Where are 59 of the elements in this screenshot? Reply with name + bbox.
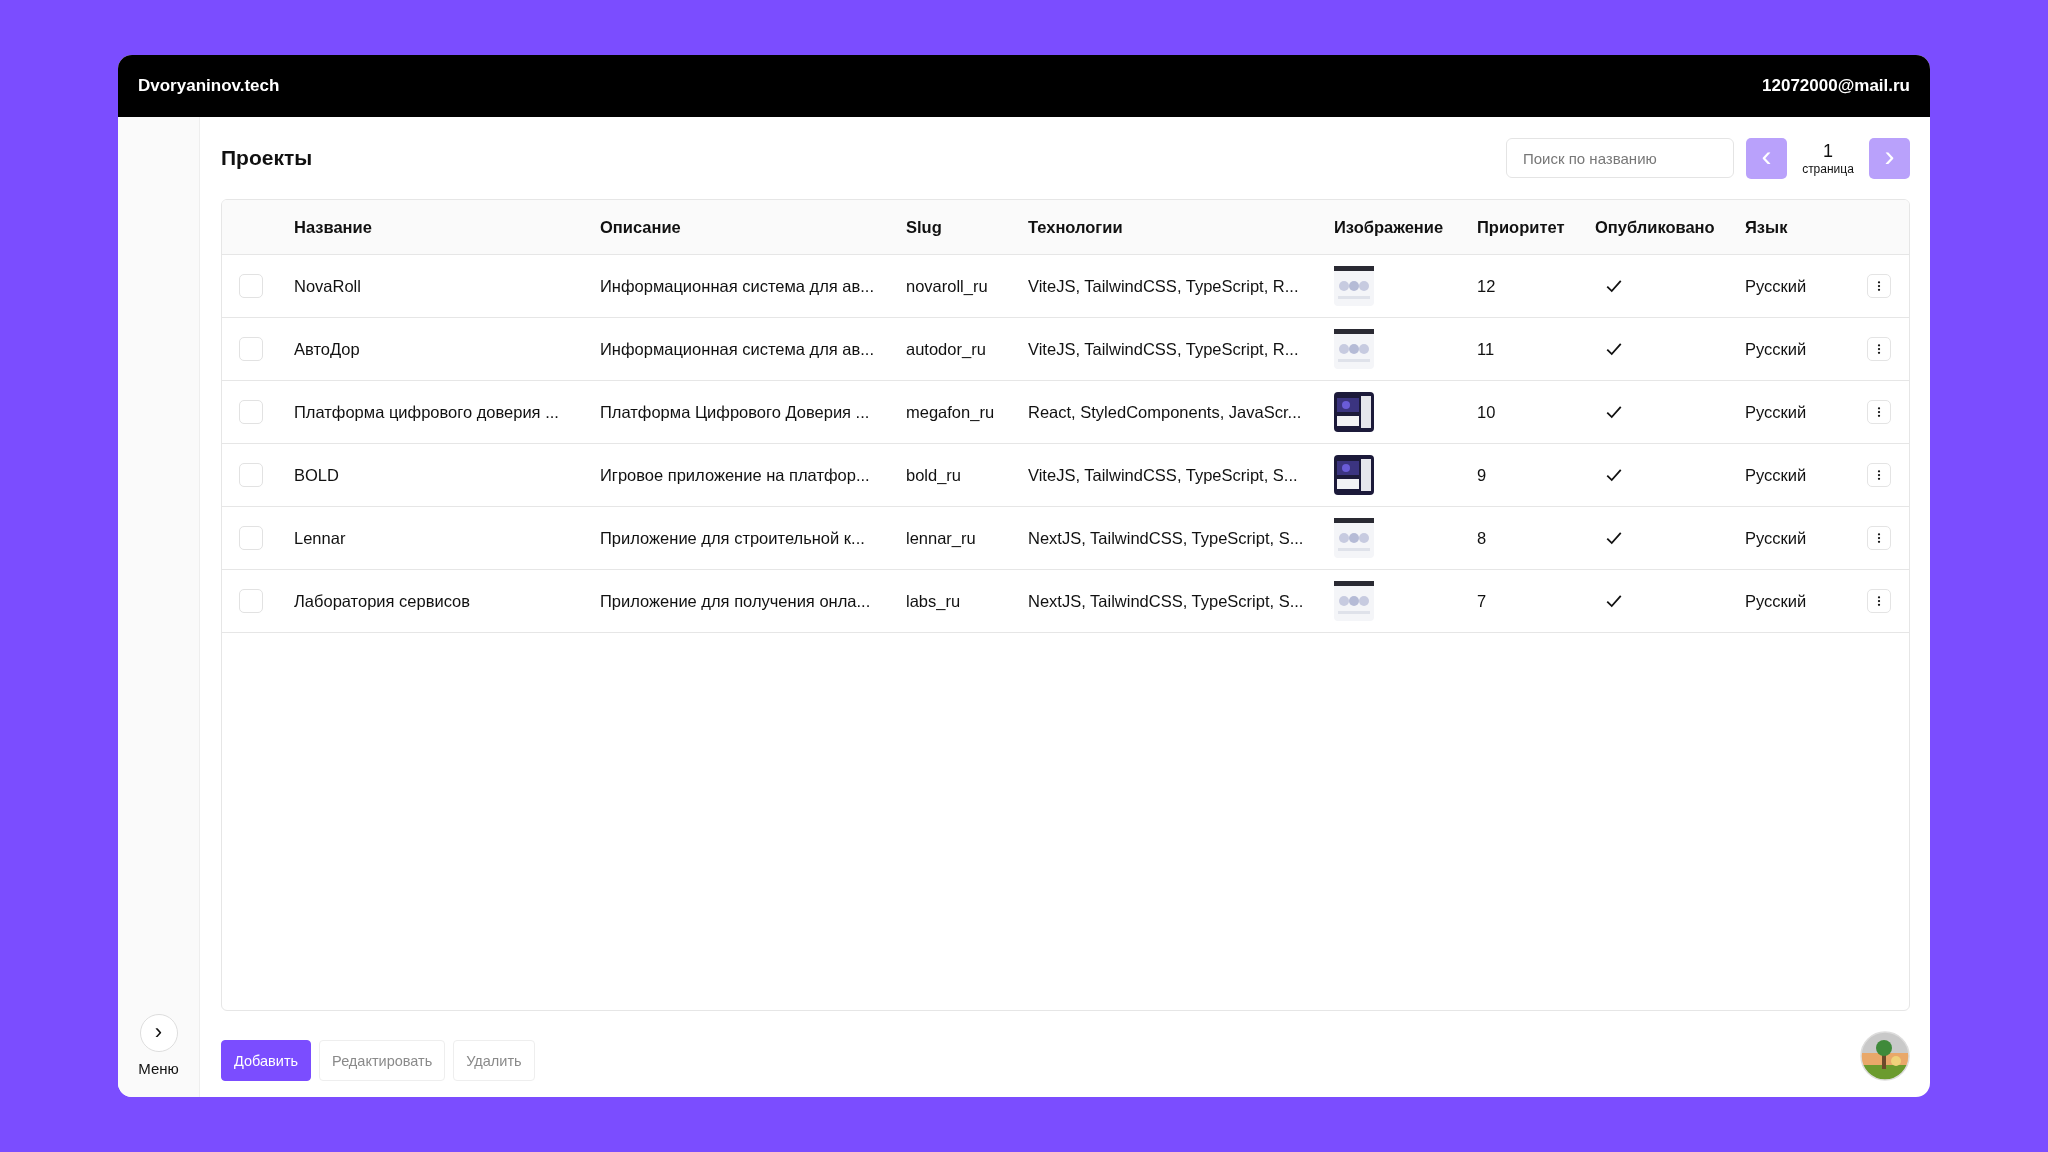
- table-cell-text: ViteJS, TailwindCSS, TypeScript, R...: [1028, 276, 1300, 296]
- table-cell-text: Русский: [1745, 591, 1808, 611]
- table-cell-text: BOLD: [294, 465, 340, 485]
- table-cell-text: 8: [1477, 528, 1488, 548]
- table-cell-text: Информационная система для ав...: [600, 276, 876, 296]
- table-cell-text: 10: [1477, 402, 1497, 422]
- column-header[interactable]: Технологии: [1028, 217, 1334, 237]
- column-header[interactable]: Название: [294, 217, 600, 237]
- table-row[interactable]: NovaRoll Информационная система для ав... novaroll_ru ViteJS, TailwindCSS, TypeScript, R... 12 Русский: [222, 255, 1909, 318]
- table-row[interactable]: BOLD Игровое приложение на платфор... bold_ru ViteJS, TailwindCSS, TypeScript, S... 9 Русский: [222, 444, 1909, 507]
- column-header[interactable]: Опубликовано: [1595, 217, 1745, 237]
- table-row[interactable]: Lennar Приложение для строительной к... lennar_ru NextJS, TailwindCSS, TypeScript, S... 8 Русский: [222, 507, 1909, 570]
- table-cell-text: ViteJS, TailwindCSS, TypeScript, S...: [1028, 465, 1299, 485]
- table-cell-text: АвтоДор: [294, 339, 361, 359]
- page-label: страница: [1802, 161, 1854, 176]
- table-cell-text: Платформа цифрового доверия ...: [294, 402, 560, 422]
- table-cell-text: labs_ru: [906, 591, 962, 611]
- table-cell-text: 11: [1477, 339, 1496, 359]
- table-cell-text: ViteJS, TailwindCSS, TypeScript, R...: [1028, 339, 1300, 359]
- table-cell-text: 12: [1477, 276, 1497, 296]
- table-cell-text: lennar_ru: [906, 528, 977, 548]
- table-row[interactable]: АвтоДор Информационная система для ав... autodor_ru ViteJS, TailwindCSS, TypeScript, R... 11 Русский: [222, 318, 1909, 381]
- table-cell-text: Русский: [1745, 339, 1808, 359]
- table-cell-text: Русский: [1745, 402, 1808, 422]
- table-cell-text: NextJS, TailwindCSS, TypeScript, S...: [1028, 591, 1305, 611]
- table-cell-text: NextJS, TailwindCSS, TypeScript, S...: [1028, 528, 1305, 548]
- column-header[interactable]: Slug: [906, 217, 1028, 237]
- table-row[interactable]: Лаборатория сервисов Приложение для получения онла... labs_ru NextJS, TailwindCSS, TypeScript, S... 7 Русский: [222, 570, 1909, 633]
- column-header[interactable]: Язык: [1745, 217, 1855, 237]
- table-cell-text: Платформа Цифрового Доверия ...: [600, 402, 871, 422]
- table-cell-text: React, StyledComponents, JavaScr...: [1028, 402, 1303, 422]
- page-title: Проекты: [221, 146, 313, 170]
- search-field[interactable]: Поиск по названию: [1506, 138, 1734, 178]
- table-cell-text: megafon_ru: [906, 402, 996, 422]
- table-cell-text: Lennar: [294, 528, 347, 548]
- table-cell-text: Русский: [1745, 528, 1808, 548]
- table-cell-text: Приложение для строительной к...: [600, 528, 866, 548]
- page-number: 1: [1823, 140, 1833, 162]
- column-header[interactable]: Описание: [600, 217, 906, 237]
- table-cell-text: 9: [1477, 465, 1488, 485]
- table-cell-text: NovaRoll: [294, 276, 362, 296]
- table-cell-text: Русский: [1745, 465, 1808, 485]
- menu-toggle-button[interactable]: ›: [139, 1014, 178, 1052]
- table-cell-text: Русский: [1745, 276, 1808, 296]
- action-button[interactable]: Добавить: [221, 1040, 312, 1081]
- user-email: 12072000@mail.ru: [1762, 76, 1910, 96]
- table-cell-text: Информационная система для ав...: [600, 339, 876, 359]
- table-cell-text: Приложение для получения онла...: [600, 591, 872, 611]
- brand-name: Dvoryaninov.tech: [138, 76, 280, 96]
- table-row[interactable]: Платформа цифрового доверия ... Платформа Цифрового Доверия ... megafon_ru React, StyledComponents, JavaScr... 10 Русский: [222, 381, 1909, 444]
- table-cell-text: Игровое приложение на платфор...: [600, 465, 871, 485]
- column-header[interactable]: Приоритет: [1477, 217, 1595, 237]
- table-cell-text: Лаборатория сервисов: [294, 591, 472, 611]
- table-cell-text: autodor_ru: [906, 339, 987, 359]
- table-cell-text: novaroll_ru: [906, 276, 989, 296]
- table-cell-text: bold_ru: [906, 465, 963, 485]
- table-cell-text: 7: [1477, 591, 1488, 611]
- menu-label: Меню: [138, 1060, 179, 1077]
- column-header[interactable]: Изображение: [1334, 217, 1477, 237]
